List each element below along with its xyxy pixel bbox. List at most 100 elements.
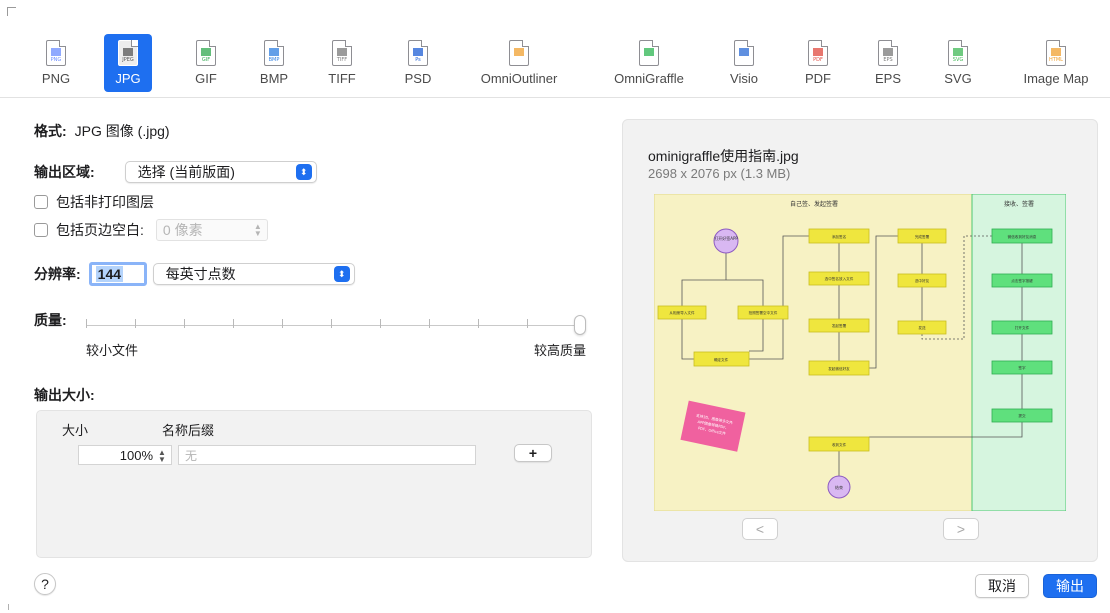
window-corner-marker xyxy=(7,7,16,16)
format-label: OmniGraffle xyxy=(614,71,684,86)
html-file-icon: HTML xyxy=(1046,40,1066,66)
jpg-file-icon: JPEG xyxy=(118,40,138,66)
svg-text:选中好友: 选中好友 xyxy=(915,278,930,283)
quality-max-label: 较高质量 xyxy=(534,343,587,358)
preview-next-button[interactable]: > xyxy=(943,518,979,540)
omnioutliner-file-icon xyxy=(509,40,529,66)
quality-slider-tick xyxy=(527,319,528,328)
format-label: SVG xyxy=(944,71,972,86)
gif-file-icon: GIF xyxy=(196,40,216,66)
popup-arrows-icon: ⬍ xyxy=(295,164,312,180)
file-type-tag: TIFF xyxy=(336,57,348,63)
suffix-field[interactable]: 无 xyxy=(178,445,476,465)
svg-text:提交: 提交 xyxy=(1018,413,1026,418)
export-button[interactable]: 输出 xyxy=(1043,574,1097,598)
margin-row: 包括页边空白: 0 像素 ▲ ▼ xyxy=(34,219,268,241)
visio-file-icon xyxy=(734,40,754,66)
nonprint-checkbox[interactable] xyxy=(34,195,48,209)
format-label: 格式: xyxy=(34,123,67,139)
file-glyph xyxy=(739,48,749,56)
lane1-title: 自己签、发起签署 xyxy=(790,200,838,208)
quality-slider-tick xyxy=(184,319,185,328)
format-svg-button[interactable]: SVG SVG xyxy=(913,34,1003,94)
nonprint-row[interactable]: 包括非打印图层 xyxy=(34,192,154,212)
preview-prev-button[interactable]: < xyxy=(742,518,778,540)
format-label: Image Map xyxy=(1023,71,1089,86)
help-button[interactable]: ? xyxy=(34,573,56,595)
format-image-map-button[interactable]: HTML Image Map xyxy=(1011,34,1101,94)
file-type-tag: SVG xyxy=(952,57,964,63)
preview-filename: ominigraffle使用指南.jpg xyxy=(648,148,799,164)
quality-slider-tick xyxy=(478,319,479,328)
svg-text:发送: 发送 xyxy=(918,325,926,330)
svg-text:发起微信好友: 发起微信好友 xyxy=(828,366,850,371)
format-label: GIF xyxy=(195,71,217,86)
file-glyph xyxy=(514,48,524,56)
format-label: BMP xyxy=(259,71,289,86)
format-omnigraffle-button[interactable]: OmniGraffle xyxy=(604,34,694,94)
file-glyph xyxy=(1051,48,1061,56)
quality-slider-tick xyxy=(233,319,234,328)
margin-label: 包括页边空白: xyxy=(56,222,144,238)
file-glyph xyxy=(337,48,347,56)
tiff-file-icon: TIFF xyxy=(332,40,352,66)
file-type-tag: HTML xyxy=(1049,57,1063,63)
margin-field[interactable]: 0 像素 ▲ ▼ xyxy=(155,219,268,241)
quality-slider-knob[interactable] xyxy=(574,315,586,335)
resolution-label: 分辨率: xyxy=(34,266,81,282)
file-type-tag: JPEG xyxy=(122,57,134,63)
format-label: OmniOutliner xyxy=(480,71,558,86)
region-row: 输出区域: 选择 (当前版面) ⬍ xyxy=(34,161,317,183)
format-png-button[interactable]: PNG PNG xyxy=(11,34,101,94)
file-type-tag: PNG xyxy=(50,57,62,63)
col-suffix-header: 名称后缀 xyxy=(162,423,215,438)
quality-slider-tick xyxy=(282,319,283,328)
file-glyph xyxy=(51,48,61,56)
svg-text:完成签署: 完成签署 xyxy=(915,234,930,239)
region-label: 输出区域: xyxy=(34,164,95,180)
format-row: 格式: JPG 图像 (.jpg) xyxy=(34,121,170,141)
preview-dimensions: 2698 x 2076 px (1.3 MB) xyxy=(648,166,791,181)
format-label: PDF xyxy=(805,71,831,86)
region-popup[interactable]: 选择 (当前版面) ⬍ xyxy=(124,161,317,183)
format-psd-button[interactable]: Ps PSD xyxy=(373,34,463,94)
format-omnioutliner-button[interactable]: OmniOutliner xyxy=(474,34,564,94)
svg-file-icon: SVG xyxy=(948,40,968,66)
svg-text:从相册导入文件: 从相册导入文件 xyxy=(669,310,695,315)
png-file-icon: PNG xyxy=(46,40,66,66)
flowchart-diagram: 自己签、发起签署 接收、签署 打开好签APP 结束 从相册导入文件 拍照签署空中… xyxy=(653,193,1067,512)
resolution-input[interactable]: 144 xyxy=(88,262,147,286)
format-label: Visio xyxy=(730,71,758,86)
format-label: PNG xyxy=(41,71,71,86)
format-toolbar: PNG PNG JPEG JPG GIF GIF BMP BMP TIFF TIFF Ps PSD Om… xyxy=(0,0,1110,98)
format-jpg-button[interactable]: JPEG JPG xyxy=(104,34,152,94)
cancel-button[interactable]: 取消 xyxy=(975,574,1029,598)
size-field[interactable]: 100% ▲ ▼ xyxy=(78,445,172,465)
format-label: TIFF xyxy=(328,71,356,86)
format-value: JPG 图像 (.jpg) xyxy=(74,123,170,139)
add-size-button[interactable]: + xyxy=(514,444,552,462)
quality-label: 质量: xyxy=(34,312,67,328)
file-type-tag: BMP xyxy=(268,57,280,63)
margin-value: 0 像素 xyxy=(162,222,203,238)
svg-text:选中签名放入文件: 选中签名放入文件 xyxy=(825,276,854,281)
svg-text:添加签名: 添加签名 xyxy=(832,234,847,239)
file-type-tag: GIF xyxy=(201,57,211,63)
quality-row: 质量: xyxy=(34,310,67,330)
svg-text:确定文件: 确定文件 xyxy=(714,357,729,362)
file-glyph xyxy=(123,48,133,56)
svg-text:签字: 签字 xyxy=(1018,365,1026,370)
svg-text:打开文件: 打开文件 xyxy=(1015,325,1030,330)
resolution-unit-popup[interactable]: 每英寸点数 ⬍ xyxy=(152,263,355,285)
margin-checkbox[interactable] xyxy=(34,223,48,237)
file-glyph xyxy=(201,48,211,56)
resolution-row: 分辨率: 144 每英寸点数 ⬍ xyxy=(34,262,355,286)
quality-min-label: 较小文件 xyxy=(86,343,139,358)
quality-slider-track[interactable] xyxy=(86,325,584,326)
file-type-tag: PDF xyxy=(813,57,823,63)
quality-slider-tick xyxy=(331,319,332,328)
size-stepper-icon[interactable]: ▲ ▼ xyxy=(157,449,167,464)
output-size-panel xyxy=(36,410,592,558)
margin-stepper-icon[interactable]: ▲ ▼ xyxy=(253,223,263,238)
file-type-tag: Ps xyxy=(415,57,421,63)
